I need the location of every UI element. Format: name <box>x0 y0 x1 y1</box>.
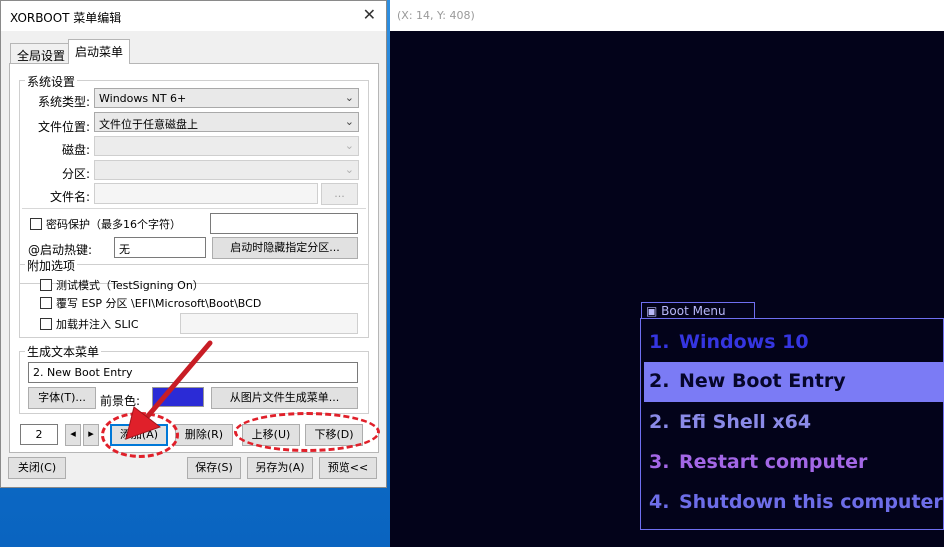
tab-boot-menu[interactable]: 启动菜单 <box>68 39 131 64</box>
entry-label: Windows 10 <box>679 331 809 353</box>
filename-input[interactable] <box>94 183 318 204</box>
checkbox-box[interactable] <box>30 218 42 230</box>
window-title: XORBOOT 菜单编辑 <box>10 11 122 25</box>
partition-label: 分区: <box>61 167 90 181</box>
chevron-down-icon: ⌄ <box>344 91 354 104</box>
slic-file-input[interactable] <box>180 313 358 334</box>
entry-label: Restart computer <box>679 451 868 473</box>
close-icon[interactable]: ✕ <box>363 5 376 24</box>
checkbox-box[interactable] <box>40 318 52 330</box>
close-button[interactable]: 关闭(C) <box>8 457 66 479</box>
entry-label: Shutdown this computer <box>679 491 943 513</box>
arrow-right-icon: ▸ <box>88 427 94 440</box>
chevron-down-icon: ⌄ <box>344 115 354 128</box>
hotkey-input[interactable]: 无 <box>114 237 206 258</box>
tab-global-settings[interactable]: 全局设置 <box>10 43 73 63</box>
hotkey-label: @启动热键: <box>27 243 92 257</box>
entry-index-value: 2 <box>35 428 43 441</box>
entry-label: New Boot Entry <box>679 370 846 392</box>
system-type-label: 系统类型: <box>37 95 90 109</box>
disk-label: 磁盘: <box>61 143 90 157</box>
password-label: 密码保护（最多16个字符） <box>46 218 181 231</box>
highlight-move-callout <box>234 412 380 452</box>
boot-menu-title: ▣ Boot Menu <box>641 302 755 319</box>
font-button[interactable]: 字体(T)... <box>28 387 96 409</box>
password-checkbox[interactable]: 密码保护（最多16个字符） <box>30 216 181 232</box>
system-type-select[interactable]: Windows NT 6+ ⌄ <box>94 88 359 108</box>
test-mode-label: 测试模式（TestSigning On） <box>56 279 204 292</box>
inject-slic-checkbox[interactable]: 加载并注入 SLIC <box>40 316 139 332</box>
checkbox-box[interactable] <box>40 297 52 309</box>
entry-number: 1. <box>649 331 670 353</box>
prev-entry-button[interactable]: ◂ <box>65 424 81 446</box>
boot-entry-new[interactable]: 2. New Boot Entry <box>644 362 944 402</box>
entry-number: 2. <box>649 370 670 392</box>
file-location-select[interactable]: 文件位于任意磁盘上 ⌄ <box>94 112 359 132</box>
file-location-label: 文件位置: <box>37 120 90 134</box>
save-as-button[interactable]: 另存为(A) <box>247 457 313 479</box>
overwrite-esp-label: 覆写 ESP 分区 \EFI\Microsoft\Boot\BCD <box>56 297 262 310</box>
arrow-left-icon: ◂ <box>70 427 76 440</box>
browse-button[interactable]: ... <box>321 183 358 205</box>
boot-entry-restart[interactable]: 3. Restart computer <box>644 443 944 481</box>
disk-select[interactable]: ⌄ <box>94 136 359 156</box>
red-arrow-icon <box>125 340 213 440</box>
cursor-coordinates: (X: 14, Y: 408) <box>397 9 475 22</box>
hotkey-value: 无 <box>119 243 130 256</box>
preview-header: (X: 14, Y: 408) <box>390 0 944 31</box>
menu-entry-value: 2. New Boot Entry <box>33 366 133 379</box>
inject-slic-label: 加载并注入 SLIC <box>56 318 139 331</box>
divider <box>22 208 366 209</box>
checkbox-box[interactable] <box>40 279 52 291</box>
entry-number: 3. <box>649 451 670 473</box>
text-menu-title: 生成文本菜单 <box>25 343 102 360</box>
overwrite-esp-checkbox[interactable]: 覆写 ESP 分区 \EFI\Microsoft\Boot\BCD <box>40 295 261 311</box>
boot-entry-efi-shell[interactable]: 2. Efi Shell x64 <box>644 403 944 441</box>
partition-select[interactable]: ⌄ <box>94 160 359 180</box>
boot-menu-title-text: Boot Menu <box>661 304 726 318</box>
boot-entry-shutdown[interactable]: 4. Shutdown this computer <box>644 483 944 521</box>
entry-number: 4. <box>649 491 670 513</box>
boot-preview-pane: (X: 14, Y: 408) ▣ Boot Menu 1. Windows 10… <box>390 0 944 547</box>
file-location-value: 文件位于任意磁盘上 <box>99 118 198 131</box>
system-type-value: Windows NT 6+ <box>99 92 187 105</box>
chevron-down-icon: ⌄ <box>344 139 354 152</box>
window-icon: ▣ <box>646 304 658 318</box>
system-settings-title: 系统设置 <box>25 73 78 90</box>
test-mode-checkbox[interactable]: 测试模式（TestSigning On） <box>40 277 204 293</box>
hide-partition-button[interactable]: 启动时隐藏指定分区... <box>212 237 358 259</box>
entry-number: 2. <box>649 411 670 433</box>
entry-index-input[interactable]: 2 <box>20 424 58 445</box>
generate-from-image-button[interactable]: 从图片文件生成菜单... <box>211 387 358 409</box>
save-button[interactable]: 保存(S) <box>187 457 241 479</box>
preview-toggle-button[interactable]: 预览<< <box>319 457 377 479</box>
extra-options-title: 附加选项 <box>25 257 78 274</box>
entry-label: Efi Shell x64 <box>679 411 812 433</box>
title-bar: XORBOOT 菜单编辑 ✕ <box>1 1 386 31</box>
chevron-down-icon: ⌄ <box>344 163 354 176</box>
boot-entry-windows[interactable]: 1. Windows 10 <box>644 323 944 361</box>
password-input[interactable] <box>210 213 358 234</box>
filename-label: 文件名: <box>49 190 90 204</box>
next-entry-button[interactable]: ▸ <box>83 424 99 446</box>
